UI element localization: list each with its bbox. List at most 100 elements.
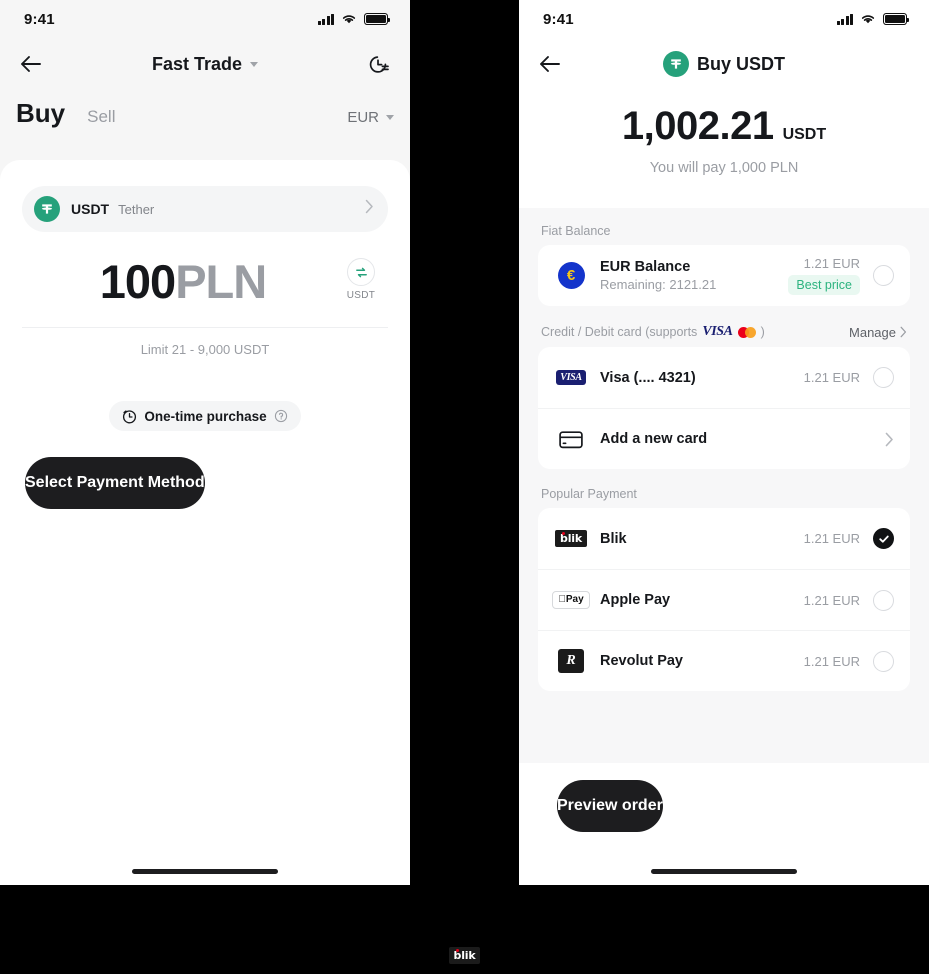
section-title: Credit / Debit card (supports VISA ) (541, 324, 765, 340)
right-phone-screen: 9:41 Buy USDT 1,002.21 USDT You will pay… (519, 0, 929, 885)
apple-pay-icon: Pay (552, 591, 590, 609)
tether-icon (34, 196, 60, 222)
radio-blik-selected[interactable] (873, 528, 894, 549)
radio-revolut-pay[interactable] (873, 650, 894, 672)
select-payment-method-button[interactable]: Select Payment Method (25, 457, 205, 509)
payment-row-apple-pay[interactable]: Pay Apple Pay 1.21 EUR (538, 569, 910, 630)
payment-row-right: 1.21 EUR (804, 367, 894, 388)
visa-card-icon: VISA (556, 370, 586, 385)
order-history-button[interactable] (367, 53, 390, 76)
payment-row-text: Apple Pay (600, 592, 670, 608)
status-bar: 9:41 (0, 0, 410, 38)
nav-title-group: Fast Trade (0, 38, 410, 90)
euro-coin-icon: € (556, 262, 586, 289)
amount-display[interactable]: 100 PLN (22, 254, 388, 320)
arrow-left-icon (21, 56, 41, 72)
coin-selector-row[interactable]: USDT Tether (22, 186, 388, 232)
payment-row-text: Revolut Pay (600, 653, 683, 669)
mastercard-logo (737, 326, 756, 338)
payment-row-eur-balance[interactable]: € EUR Balance Remaining: 2121.21 1.21 EU… (538, 245, 910, 306)
screenshot-stage: 9:41 Fast Trade Buy Sell EUR USDT Tether… (0, 0, 929, 974)
section-title: Popular Payment (541, 487, 637, 501)
battery-icon (883, 13, 910, 25)
back-button[interactable] (539, 49, 569, 79)
one-time-purchase-chip[interactable]: One-time purchase (109, 401, 301, 431)
battery-icon (364, 13, 391, 25)
payment-price: 1.21 EUR (803, 256, 860, 271)
payment-name: Blik (600, 530, 627, 547)
payment-row-text: Add a new card (600, 431, 707, 447)
status-icons (836, 13, 910, 25)
swap-target-currency: USDT (346, 290, 376, 301)
right-nav-bar: Buy USDT (519, 38, 929, 90)
one-time-purchase-label: One-time purchase (144, 408, 267, 424)
payment-row-right: 1.21 EUR (803, 589, 894, 611)
payment-row-add-card[interactable]: Add a new card (538, 408, 910, 469)
arrow-left-icon (540, 56, 560, 72)
payment-sub: Remaining: 2121.21 (600, 277, 717, 292)
payment-price: 1.21 EUR (803, 653, 860, 669)
preview-order-button[interactable]: Preview order (557, 780, 663, 832)
question-circle-icon[interactable] (274, 409, 288, 423)
chevron-right-icon (885, 432, 893, 446)
purchase-type-row: One-time purchase (0, 401, 410, 431)
payment-row-right: 1.21 EUR (803, 650, 894, 672)
home-indicator (651, 869, 797, 874)
manage-label: Manage (849, 324, 896, 340)
chevron-down-icon (386, 115, 394, 120)
chevron-right-icon (900, 326, 907, 338)
trade-sheet: USDT Tether 100 PLN USDT Limit 21 - 9,00… (0, 160, 410, 885)
status-bar: 9:41 (519, 0, 929, 38)
payment-name: Visa (.... 4321) (600, 369, 696, 386)
clock-icon (123, 409, 137, 423)
manage-cards-button[interactable]: Manage (849, 325, 907, 340)
payment-price: 1.21 EUR (803, 592, 860, 608)
wifi-icon (861, 15, 875, 24)
revolut-logo-icon: R (556, 649, 586, 673)
page-title: Buy USDT (696, 53, 785, 74)
payment-row-revolut-pay[interactable]: R Revolut Pay 1.21 EUR (538, 630, 910, 691)
section-title: Fiat Balance (541, 224, 611, 238)
payment-name: EUR Balance (600, 259, 691, 275)
chevron-right-icon (365, 199, 374, 219)
footer-cta-bar: Preview order (519, 763, 929, 885)
price-column: 1.21 EUR Best price (788, 256, 860, 295)
left-phone-screen: 9:41 Fast Trade Buy Sell EUR USDT Tether… (0, 0, 410, 885)
cellular-signal-icon (317, 13, 334, 25)
receive-amount: 1,002.21 (621, 104, 774, 148)
back-button[interactable] (20, 49, 50, 79)
status-clock: 9:41 (543, 10, 574, 28)
credit-card-icon (556, 430, 586, 449)
radio-eur-balance[interactable] (873, 265, 894, 286)
fiat-balance-group: € EUR Balance Remaining: 2121.21 1.21 EU… (538, 245, 910, 306)
receive-amount-row: 1,002.21 USDT (519, 104, 929, 149)
radio-visa[interactable] (873, 367, 894, 388)
wifi-icon (342, 15, 356, 24)
payment-row-right (885, 432, 894, 447)
tab-sell[interactable]: Sell (87, 107, 115, 127)
popular-payment-group: blik Blik 1.21 EUR Pay (538, 508, 910, 691)
payment-row-visa[interactable]: VISA Visa (.... 4321) 1.21 EUR (538, 347, 910, 408)
payment-row-right: 1.21 EUR Best price (788, 256, 894, 295)
currency-selector[interactable]: EUR (347, 109, 394, 126)
payment-name: Add a new card (600, 431, 708, 447)
blik-logo-icon: blik (555, 530, 587, 547)
coin-symbol: USDT (71, 201, 110, 217)
check-icon (878, 535, 889, 543)
currency-label: EUR (347, 109, 379, 126)
tab-buy[interactable]: Buy (16, 98, 65, 129)
swap-currency-button[interactable]: USDT (338, 258, 384, 301)
pay-amount-subtitle: You will pay 1,000 PLN (649, 160, 799, 176)
payment-row-blik[interactable]: blik Blik 1.21 EUR (538, 508, 910, 569)
status-clock: 9:41 (24, 10, 55, 28)
section-header-fiat-balance: Fiat Balance (538, 224, 910, 245)
payment-name: Apple Pay (600, 592, 671, 608)
chevron-down-icon[interactable] (250, 61, 259, 67)
card-group: VISA Visa (.... 4321) 1.21 EUR Add a new… (538, 347, 910, 469)
amount-input-block: 100 PLN USDT (22, 254, 388, 336)
payment-methods-scroll[interactable]: Fiat Balance € EUR Balance Remaining: 21… (519, 208, 929, 763)
blik-logo-icon: blik (448, 947, 481, 964)
amount-underline (22, 327, 388, 328)
swap-icon (347, 258, 375, 286)
radio-apple-pay[interactable] (873, 589, 894, 611)
